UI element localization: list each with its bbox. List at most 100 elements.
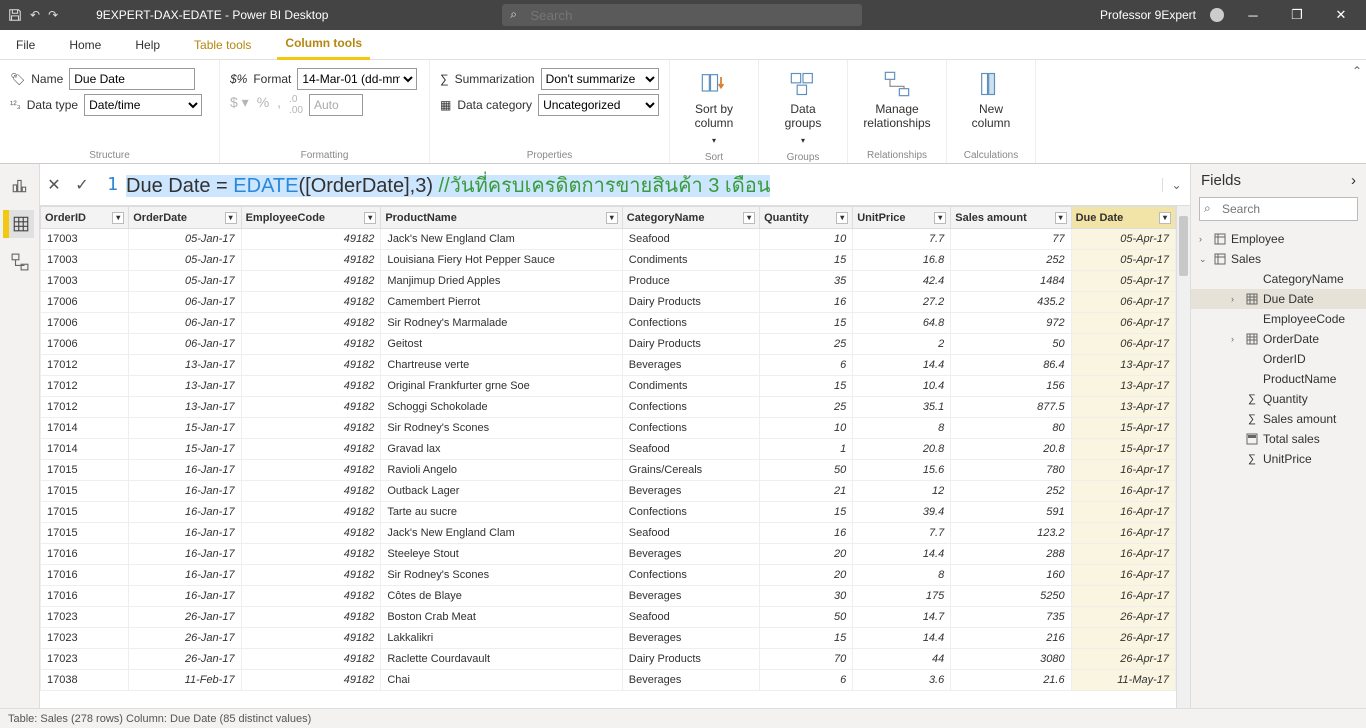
fields-field[interactable]: ∑UnitPrice	[1191, 449, 1366, 469]
fields-field[interactable]: Total sales	[1191, 429, 1366, 449]
percent-icon[interactable]: %	[257, 94, 269, 116]
table-row[interactable]: 1701415-Jan-1749182Gravad laxSeafood120.…	[41, 439, 1176, 460]
save-icon[interactable]	[8, 8, 22, 22]
table-row[interactable]: 1701616-Jan-1749182Côtes de BlayeBeverag…	[41, 586, 1176, 607]
report-view-icon[interactable]	[6, 172, 34, 200]
data-groups-button[interactable]: Data groups ▾	[769, 66, 837, 152]
fields-field[interactable]: ∑Sales amount	[1191, 409, 1366, 429]
tab-home[interactable]: Home	[61, 30, 109, 60]
fields-search-input[interactable]	[1199, 197, 1358, 221]
table-row[interactable]: 1700606-Jan-1749182GeitostDairy Products…	[41, 334, 1176, 355]
table-row[interactable]: 1701516-Jan-1749182Ravioli AngeloGrains/…	[41, 460, 1176, 481]
sort-by-column-button[interactable]: Sort by column ▾	[680, 66, 748, 152]
fields-field[interactable]: ∑Quantity	[1191, 389, 1366, 409]
table-row[interactable]: 1702326-Jan-1749182LakkalikriBeverages15…	[41, 628, 1176, 649]
column-header[interactable]: UnitPrice▾	[853, 207, 951, 229]
tab-column-tools[interactable]: Column tools	[277, 30, 370, 60]
comma-icon[interactable]: ,	[277, 94, 281, 116]
datatype-icon: ¹²₃	[10, 100, 21, 111]
sigma-icon: ∑	[440, 72, 449, 86]
new-column-button[interactable]: New column	[957, 66, 1025, 134]
model-view-icon[interactable]	[6, 248, 34, 276]
datatype-label: Data type	[27, 98, 78, 112]
filter-icon[interactable]: ▾	[225, 212, 237, 224]
table-row[interactable]: 1700606-Jan-1749182Sir Rodney's Marmalad…	[41, 313, 1176, 334]
column-header[interactable]: CategoryName▾	[622, 207, 759, 229]
data-view-icon[interactable]	[6, 210, 34, 238]
fields-field[interactable]: CategoryName	[1191, 269, 1366, 289]
summarization-label: Summarization	[455, 72, 535, 86]
filter-icon[interactable]: ▾	[364, 212, 376, 224]
filter-icon[interactable]: ▾	[1055, 212, 1067, 224]
table-row[interactable]: 1701213-Jan-1749182Schoggi SchokoladeCon…	[41, 397, 1176, 418]
formula-cancel-icon[interactable]: ✕	[40, 171, 68, 199]
table-row[interactable]: 1701516-Jan-1749182Outback LagerBeverage…	[41, 481, 1176, 502]
filter-icon[interactable]: ▾	[112, 212, 124, 224]
column-header[interactable]: Due Date▾	[1071, 207, 1175, 229]
formula-args: ([OrderDate],3)	[299, 175, 439, 197]
summarization-select[interactable]: Don't summarize	[541, 68, 659, 90]
table-row[interactable]: 1702326-Jan-1749182Raclette CourdavaultD…	[41, 649, 1176, 670]
data-category-select[interactable]: Uncategorized	[538, 94, 659, 116]
format-label: Format	[253, 72, 291, 86]
table-row[interactable]: 1700305-Jan-1749182Manjimup Dried Apples…	[41, 271, 1176, 292]
filter-icon[interactable]: ▾	[1159, 212, 1171, 224]
table-row[interactable]: 1703811-Feb-1749182ChaiBeverages63.621.6…	[41, 670, 1176, 691]
column-header[interactable]: Quantity▾	[760, 207, 853, 229]
data-grid[interactable]: OrderID▾OrderDate▾EmployeeCode▾ProductNa…	[40, 206, 1176, 691]
redo-icon[interactable]: ↷	[48, 8, 58, 22]
format-icon: $%	[230, 72, 247, 86]
fields-field[interactable]: ProductName	[1191, 369, 1366, 389]
column-name-input[interactable]	[69, 68, 195, 90]
vertical-scrollbar[interactable]	[1176, 206, 1190, 708]
tab-table-tools[interactable]: Table tools	[186, 30, 259, 60]
chevron-right-icon[interactable]: ›	[1351, 172, 1356, 189]
title-search-input[interactable]	[502, 4, 862, 26]
undo-icon[interactable]: ↶	[30, 8, 40, 22]
decimals-icon[interactable]: .0.00	[289, 94, 303, 116]
manage-relationships-button[interactable]: Manage relationships	[858, 66, 936, 134]
filter-icon[interactable]: ▾	[836, 212, 848, 224]
column-header[interactable]: ProductName▾	[381, 207, 622, 229]
datatype-select[interactable]: Date/time	[84, 94, 202, 116]
formula-expand-icon[interactable]: ⌄	[1162, 178, 1190, 192]
table-row[interactable]: 1701516-Jan-1749182Tarte au sucreConfect…	[41, 502, 1176, 523]
fields-field[interactable]: OrderID	[1191, 349, 1366, 369]
column-header[interactable]: Sales amount▾	[951, 207, 1071, 229]
column-header[interactable]: EmployeeCode▾	[241, 207, 381, 229]
fields-table[interactable]: ›Employee	[1191, 229, 1366, 249]
column-header[interactable]: OrderID▾	[41, 207, 129, 229]
tag-icon: 🏷	[10, 72, 25, 86]
fields-table[interactable]: ⌄Sales	[1191, 249, 1366, 269]
table-row[interactable]: 1701415-Jan-1749182Sir Rodney's SconesCo…	[41, 418, 1176, 439]
formula-bar[interactable]: ✕ ✓ 1 Due Date = EDATE([OrderDate],3) //…	[40, 164, 1190, 206]
minimize-button[interactable]: ─	[1238, 8, 1268, 23]
table-row[interactable]: 1701616-Jan-1749182Steeleye StoutBeverag…	[41, 544, 1176, 565]
table-row[interactable]: 1700305-Jan-1749182Jack's New England Cl…	[41, 229, 1176, 250]
search-icon: ⌕	[510, 7, 517, 22]
table-row[interactable]: 1701516-Jan-1749182Jack's New England Cl…	[41, 523, 1176, 544]
currency-icon[interactable]: $ ▾	[230, 94, 249, 116]
tab-help[interactable]: Help	[127, 30, 168, 60]
table-row[interactable]: 1701213-Jan-1749182Original Frankfurter …	[41, 376, 1176, 397]
table-row[interactable]: 1701213-Jan-1749182Chartreuse verteBever…	[41, 355, 1176, 376]
fields-field[interactable]: ›OrderDate	[1191, 329, 1366, 349]
filter-icon[interactable]: ▾	[934, 212, 946, 224]
table-row[interactable]: 1700606-Jan-1749182Camembert PierrotDair…	[41, 292, 1176, 313]
maximize-button[interactable]: ❐	[1282, 7, 1312, 23]
format-select[interactable]: 14-Mar-01 (dd-mm…	[297, 68, 417, 90]
formula-commit-icon[interactable]: ✓	[68, 171, 96, 199]
table-row[interactable]: 1702326-Jan-1749182Boston Crab MeatSeafo…	[41, 607, 1176, 628]
column-header[interactable]: OrderDate▾	[129, 207, 241, 229]
fields-field[interactable]: EmployeeCode	[1191, 309, 1366, 329]
close-button[interactable]: ✕	[1326, 7, 1356, 23]
table-row[interactable]: 1700305-Jan-1749182Louisiana Fiery Hot P…	[41, 250, 1176, 271]
table-row[interactable]: 1701616-Jan-1749182Sir Rodney's SconesCo…	[41, 565, 1176, 586]
user-name[interactable]: Professor 9Expert	[1100, 8, 1196, 22]
fields-field[interactable]: ›Due Date	[1191, 289, 1366, 309]
collapse-ribbon-icon[interactable]: ⌃	[1352, 64, 1362, 78]
avatar[interactable]	[1210, 8, 1224, 22]
tab-file[interactable]: File	[8, 30, 43, 60]
filter-icon[interactable]: ▾	[743, 212, 755, 224]
filter-icon[interactable]: ▾	[606, 212, 618, 224]
